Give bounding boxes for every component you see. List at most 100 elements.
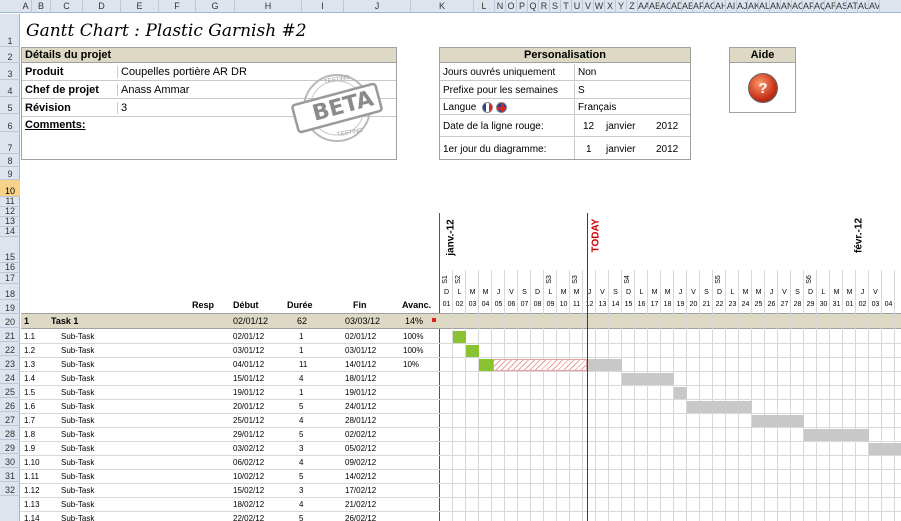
column-header-k[interactable]: K: [411, 0, 474, 13]
row-header-8[interactable]: 8: [0, 154, 20, 167]
row-header-7[interactable]: 7: [0, 132, 20, 154]
gantt-bar-remaining[interactable]: [687, 401, 752, 413]
row-header-26[interactable]: 26: [0, 398, 20, 412]
jours-value[interactable]: Non: [574, 64, 599, 80]
column-header-ae[interactable]: AE: [682, 0, 693, 13]
column-header-u[interactable]: U: [572, 0, 583, 13]
row-header-9[interactable]: 9: [0, 167, 20, 180]
column-header-as[interactable]: AS: [836, 0, 847, 13]
gantt-bar-done[interactable]: [466, 345, 479, 357]
column-header-at[interactable]: AT: [847, 0, 858, 13]
column-header-a[interactable]: A: [20, 0, 32, 13]
column-header-n[interactable]: N: [495, 0, 506, 13]
chef-value[interactable]: Anass Ammar: [117, 84, 189, 96]
date-rouge-year[interactable]: 2012: [656, 121, 678, 132]
column-header-ap[interactable]: AP: [803, 0, 814, 13]
row-header-17[interactable]: 17: [0, 273, 20, 284]
column-header-ad[interactable]: AD: [671, 0, 682, 13]
row-header-27[interactable]: 27: [0, 412, 20, 426]
column-header-x[interactable]: X: [605, 0, 616, 13]
column-header-aj[interactable]: AJ: [737, 0, 748, 13]
date-rouge-month[interactable]: janvier: [606, 121, 635, 132]
gantt-bar-remaining[interactable]: [869, 443, 901, 455]
gantt-bar-late[interactable]: [493, 359, 587, 371]
column-header-g[interactable]: G: [196, 0, 235, 13]
premier-jour-day[interactable]: 1: [586, 144, 592, 155]
row-header-20[interactable]: 20: [0, 314, 20, 328]
row-header-16[interactable]: 16: [0, 263, 20, 273]
column-header-e[interactable]: E: [121, 0, 159, 13]
row-header-3[interactable]: 3: [0, 63, 20, 80]
row-header-28[interactable]: 28: [0, 426, 20, 440]
column-header-t[interactable]: T: [561, 0, 572, 13]
row-header-23[interactable]: 23: [0, 356, 20, 370]
gantt-bar-done[interactable]: [479, 359, 493, 371]
column-header-am[interactable]: AM: [770, 0, 781, 13]
column-header-h[interactable]: H: [235, 0, 302, 13]
column-header-ah[interactable]: AH: [715, 0, 726, 13]
row-header-13[interactable]: 13: [0, 217, 20, 227]
gantt-bar-remaining[interactable]: [674, 387, 687, 399]
premier-jour-month[interactable]: janvier: [606, 144, 635, 155]
gantt-bar-remaining[interactable]: [752, 415, 804, 427]
column-header-d[interactable]: D: [83, 0, 121, 13]
row-header-6[interactable]: 6: [0, 114, 20, 132]
column-header-al[interactable]: AL: [759, 0, 770, 13]
premier-jour-year[interactable]: 2012: [656, 144, 678, 155]
gantt-bar-remaining[interactable]: [804, 429, 869, 441]
row-header-15[interactable]: 15: [0, 237, 20, 263]
date-rouge-day[interactable]: 12: [583, 121, 594, 132]
row-header-25[interactable]: 25: [0, 384, 20, 398]
column-header-ab[interactable]: AB: [649, 0, 660, 13]
row-header-32[interactable]: 32: [0, 482, 20, 496]
column-header-j[interactable]: J: [344, 0, 411, 13]
french-flag-icon[interactable]: [482, 102, 493, 113]
column-header-ai[interactable]: AI: [726, 0, 737, 13]
row-header-4[interactable]: 4: [0, 80, 20, 97]
row-header-29[interactable]: 29: [0, 440, 20, 454]
row-header-10[interactable]: 10: [0, 180, 20, 197]
column-header-y[interactable]: Y: [616, 0, 627, 13]
row-header-21[interactable]: 21: [0, 328, 20, 342]
row-header-1[interactable]: 1: [0, 14, 20, 47]
row-header-24[interactable]: 24: [0, 370, 20, 384]
column-header-ar[interactable]: AR: [825, 0, 836, 13]
row-header-12[interactable]: 12: [0, 207, 20, 217]
row-header-30[interactable]: 30: [0, 454, 20, 468]
column-header-av[interactable]: AV: [869, 0, 880, 13]
column-header-v[interactable]: V: [583, 0, 594, 13]
gantt-bar-remaining[interactable]: [622, 373, 674, 385]
gantt-bar-done[interactable]: [453, 331, 466, 343]
column-header-au[interactable]: AU: [858, 0, 869, 13]
column-header-ao[interactable]: AO: [792, 0, 803, 13]
revision-value[interactable]: 3: [117, 102, 127, 114]
row-header-22[interactable]: 22: [0, 342, 20, 356]
column-header-ag[interactable]: AG: [704, 0, 715, 13]
column-header-q[interactable]: Q: [528, 0, 539, 13]
row-header-14[interactable]: 14: [0, 227, 20, 237]
column-header-aa[interactable]: AA: [638, 0, 649, 13]
column-header-f[interactable]: F: [159, 0, 196, 13]
column-header-o[interactable]: O: [506, 0, 517, 13]
column-header-c[interactable]: C: [51, 0, 83, 13]
column-header-ac[interactable]: AC: [660, 0, 671, 13]
produit-value[interactable]: Coupelles portière AR DR: [117, 66, 247, 78]
column-header-an[interactable]: AN: [781, 0, 792, 13]
column-header-p[interactable]: P: [517, 0, 528, 13]
column-header-z[interactable]: Z: [627, 0, 638, 13]
prefixe-value[interactable]: S: [574, 82, 588, 98]
column-header-aq[interactable]: AQ: [814, 0, 825, 13]
row-header-11[interactable]: 11: [0, 197, 20, 207]
column-header-i[interactable]: I: [302, 0, 344, 13]
help-button[interactable]: ?: [748, 73, 778, 103]
column-header-w[interactable]: W: [594, 0, 605, 13]
row-header-19[interactable]: 19: [0, 300, 20, 314]
column-header-ak[interactable]: AK: [748, 0, 759, 13]
column-header-s[interactable]: S: [550, 0, 561, 13]
row-header-2[interactable]: 2: [0, 47, 20, 63]
gantt-bar-remaining[interactable]: [588, 359, 622, 371]
langue-value[interactable]: Français: [574, 100, 619, 114]
column-header-b[interactable]: B: [32, 0, 51, 13]
column-header-l[interactable]: L: [474, 0, 495, 13]
row-header-31[interactable]: 31: [0, 468, 20, 482]
